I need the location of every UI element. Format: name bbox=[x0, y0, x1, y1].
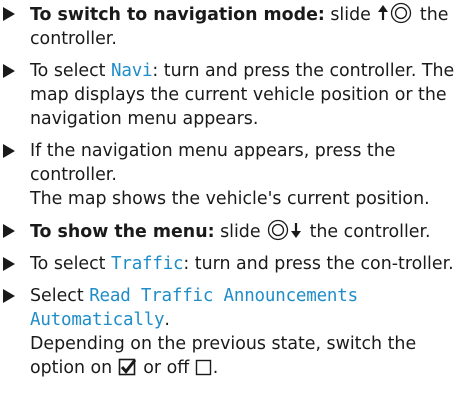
step-text: Select bbox=[30, 286, 84, 306]
step-show-menu: To show the menu: slide the controller. bbox=[0, 219, 463, 244]
controller-slide-up-icon bbox=[376, 2, 414, 24]
instruction-list: To switch to navigation mode: slide the … bbox=[0, 2, 463, 388]
triangle-bullet-icon bbox=[3, 224, 15, 238]
checkbox-empty-icon bbox=[195, 359, 213, 377]
step-text: the controller. bbox=[309, 222, 431, 242]
triangle-bullet-icon bbox=[3, 64, 15, 78]
step-switch-navigation-mode: To switch to navigation mode: slide the … bbox=[0, 2, 463, 51]
step-text: : turn and press the con-troller. bbox=[183, 254, 454, 274]
step-text: slide bbox=[220, 222, 261, 242]
step-lead: To switch to navigation mode: bbox=[30, 5, 325, 25]
step-text: To select bbox=[30, 254, 106, 274]
triangle-bullet-icon bbox=[3, 144, 15, 158]
step-navigation-menu-appears: If the navigation menu appears, press th… bbox=[0, 139, 463, 211]
result-text-part: or off bbox=[143, 358, 190, 378]
step-text: . bbox=[164, 310, 170, 330]
checkbox-checked-icon bbox=[118, 357, 138, 377]
triangle-bullet-icon bbox=[3, 289, 15, 303]
ui-label-traffic: Traffic bbox=[111, 254, 184, 274]
step-read-traffic-announcements: Select Read Traffic Announcements Automa… bbox=[0, 284, 463, 380]
controller-slide-down-icon bbox=[266, 219, 304, 241]
result-text-part: Depending on the previous state, switch … bbox=[30, 334, 417, 378]
step-result-text: The map shows the vehicle's current posi… bbox=[30, 189, 430, 209]
step-select-navi: To select Navi: turn and press the contr… bbox=[0, 59, 463, 131]
step-select-traffic: To select Traffic: turn and press the co… bbox=[0, 252, 463, 276]
step-text: slide bbox=[330, 5, 371, 25]
step-text: If the navigation menu appears, press th… bbox=[30, 141, 396, 185]
step-text: To select bbox=[30, 61, 106, 81]
triangle-bullet-icon bbox=[3, 7, 15, 21]
step-lead: To show the menu: bbox=[30, 222, 215, 242]
ui-label-navi: Navi bbox=[111, 61, 153, 81]
result-text-part: . bbox=[212, 358, 219, 378]
step-result-text: Depending on the previous state, switch … bbox=[30, 332, 463, 380]
triangle-bullet-icon bbox=[3, 257, 15, 271]
